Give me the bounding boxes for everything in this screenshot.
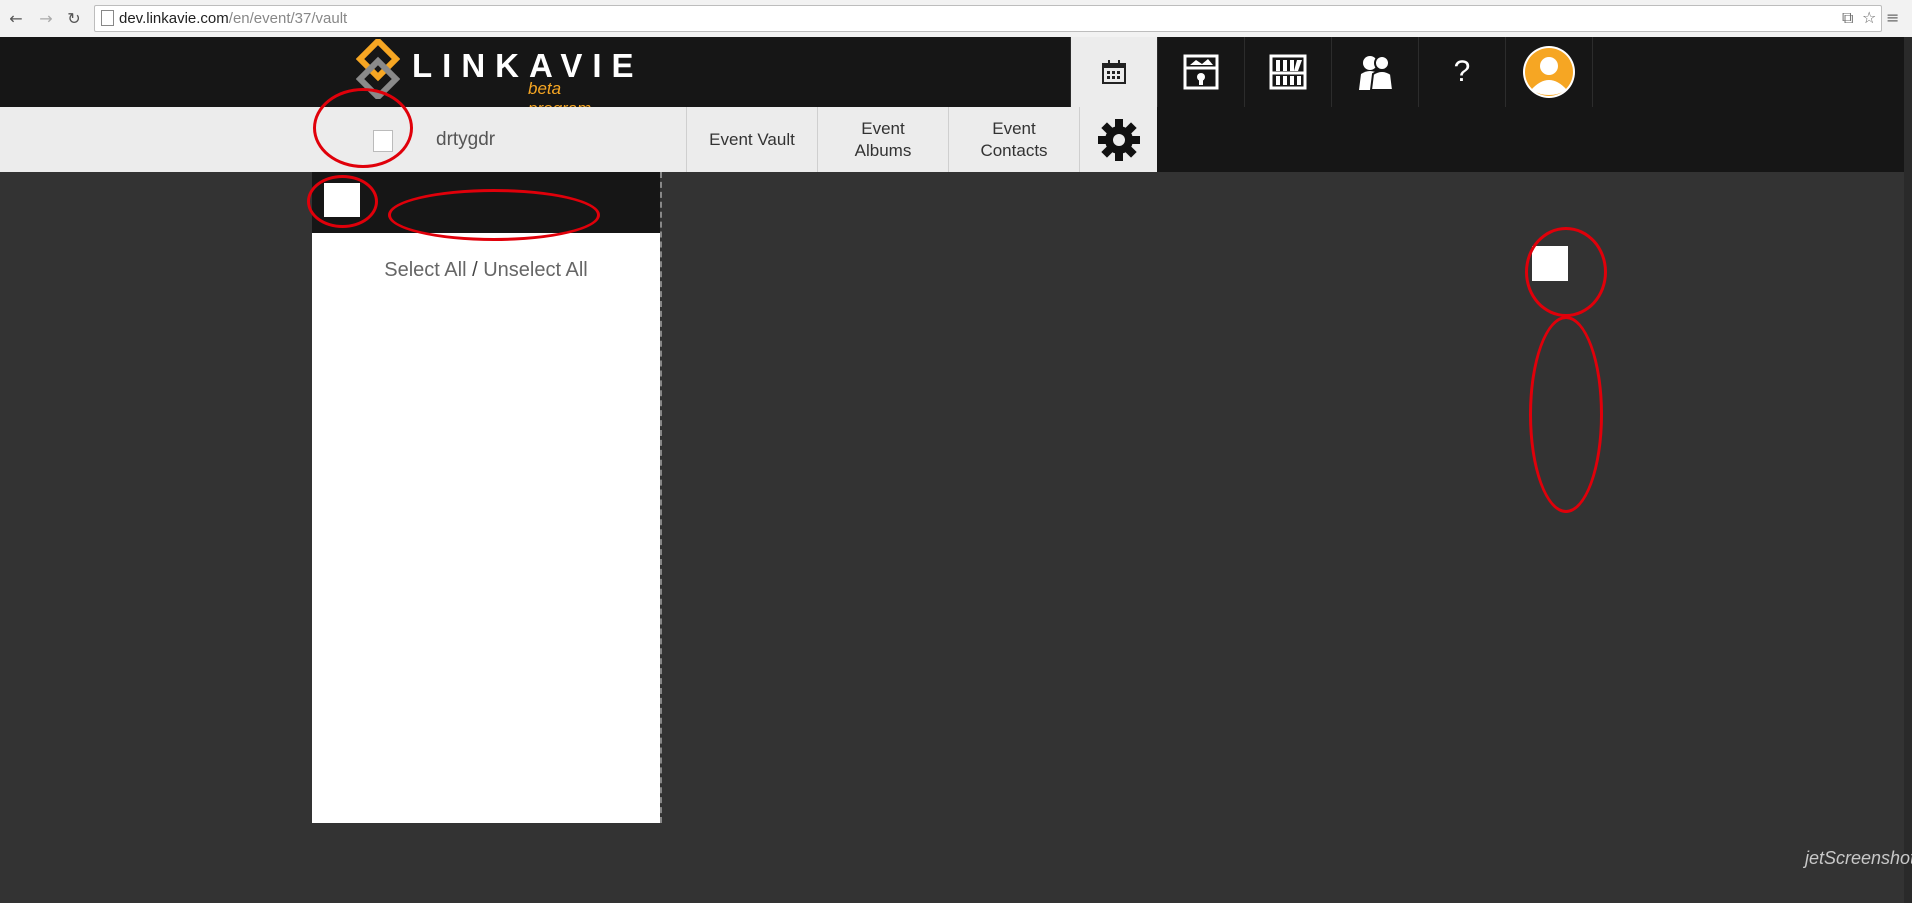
browser-toolbar: ← → ↻ dev.linkavie.com/en/event/37/vault…	[0, 0, 1912, 38]
event-name: drtygdr	[436, 129, 496, 150]
page-icon	[101, 10, 114, 26]
vault-panel-header	[312, 172, 660, 233]
select-all-link[interactable]: Select All	[384, 259, 466, 281]
gear-icon	[1097, 118, 1140, 161]
event-image-broken-icon	[373, 130, 393, 152]
url-path: /en/event/37/vault	[228, 10, 348, 27]
contacts-tab[interactable]	[1331, 37, 1418, 107]
tab-event-contacts-line2: Contacts	[980, 140, 1048, 160]
profile-tab[interactable]	[1505, 37, 1593, 107]
translate-icon[interactable]: ⧉	[1842, 8, 1853, 28]
url-text: dev.linkavie.com/en/event/37/vault	[119, 10, 347, 27]
help-tab[interactable]: ?	[1418, 37, 1505, 107]
item-select-checkbox[interactable]	[1532, 246, 1568, 281]
bookmark-star-icon[interactable]: ☆	[1862, 8, 1876, 27]
scrollbar[interactable]	[1904, 37, 1912, 903]
tab-event-vault-label: Event Vault	[709, 129, 795, 149]
annotation-ring-item-area	[1529, 316, 1603, 513]
watermark: jetScreenshot	[1805, 848, 1912, 868]
vault-tab[interactable]	[1157, 37, 1244, 107]
vault-icon	[1183, 54, 1219, 90]
back-arrow-icon[interactable]: ←	[6, 9, 26, 29]
avatar	[1523, 46, 1575, 98]
forward-arrow-icon[interactable]: →	[36, 9, 56, 29]
tab-event-contacts-label: Event Contacts	[980, 118, 1047, 162]
tab-event-contacts-line1: Event	[992, 118, 1036, 138]
tab-event-vault[interactable]: Event Vault	[686, 107, 817, 172]
select-separator: /	[472, 259, 478, 281]
tab-event-albums-line1: Event	[861, 118, 905, 138]
menu-icon[interactable]: ≡	[1886, 8, 1899, 27]
vault-panel	[312, 233, 660, 823]
tab-event-albums-line2: Albums	[854, 140, 912, 160]
panel-select-checkbox[interactable]	[324, 183, 360, 217]
tab-event-albums[interactable]: Event Albums	[817, 107, 948, 172]
user-avatar-icon	[1525, 48, 1573, 96]
logo-mark-icon	[356, 39, 400, 99]
albums-icon	[1269, 54, 1307, 90]
tab-event-contacts[interactable]: Event Contacts	[948, 107, 1079, 172]
unselect-all-link[interactable]: Unselect All	[483, 259, 588, 281]
logo[interactable]: LINKAVIE beta program	[356, 37, 634, 118]
settings-tab[interactable]	[1079, 107, 1157, 172]
calendar-tab[interactable]	[1070, 37, 1157, 107]
select-controls: Select All / Unselect All	[312, 259, 660, 282]
help-icon: ?	[1453, 55, 1471, 88]
address-bar[interactable]: dev.linkavie.com/en/event/37/vault	[94, 5, 1882, 32]
app-header	[0, 37, 1904, 107]
panel-divider	[660, 172, 662, 823]
contacts-icon	[1359, 55, 1395, 91]
albums-tab[interactable]	[1244, 37, 1331, 107]
reload-icon[interactable]: ↻	[64, 9, 84, 29]
url-host: dev.linkavie.com	[119, 10, 229, 27]
calendar-icon	[1102, 60, 1126, 84]
tab-event-albums-label: Event Albums	[855, 118, 912, 162]
